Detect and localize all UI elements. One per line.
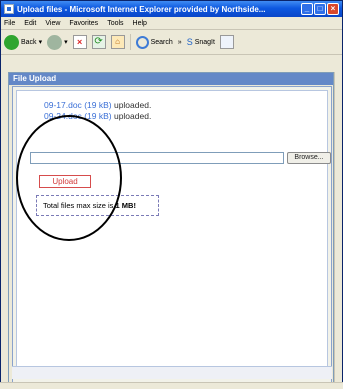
annotation-circle [16,115,122,241]
panel-title: File Upload [9,73,333,85]
menu-bar: File Edit View Favorites Tools Help [1,17,342,30]
menu-help[interactable]: Help [133,20,147,27]
horizontal-scrollbar[interactable] [12,366,332,379]
snagit-label: SnagIt [194,38,215,46]
ie-page-icon [4,4,14,14]
forward-button[interactable]: ▾ [47,34,68,50]
search-button[interactable]: Search [135,35,173,49]
home-icon[interactable]: ⌂ [110,35,125,49]
forward-arrow-icon [47,34,63,50]
chevron-overflow-icon[interactable]: » [178,39,182,46]
refresh-icon[interactable]: ⟳ [91,35,106,49]
back-arrow-icon [4,34,19,50]
upload-status: uploaded. [113,111,152,121]
snagit-button[interactable]: S SnagIt [187,37,215,47]
menu-tools[interactable]: Tools [107,20,123,27]
search-icon [135,35,149,49]
back-label: Back [21,38,37,46]
menu-favorites[interactable]: Favorites [69,20,98,27]
menu-view[interactable]: View [45,20,60,27]
toolbar: Back ▾ ▾ × ⟳ ⌂ Search » S SnagIt [1,30,342,55]
list-item: 09-17.doc (19 kB) uploaded. [44,100,151,111]
file-size: (19 kB) [84,100,112,110]
close-button[interactable]: × [327,3,339,15]
stop-icon[interactable]: × [72,35,87,49]
max-size-value: 1 MB! [115,201,136,210]
browse-button[interactable]: Browse... [287,152,331,164]
window-title: Upload files - Microsoft Internet Explor… [17,4,266,14]
snagit-icon: S [186,37,193,47]
vertical-scrollbar[interactable] [334,72,342,385]
menu-edit[interactable]: Edit [24,20,36,27]
search-label: Search [150,38,173,46]
upload-status: uploaded. [113,100,152,110]
toolbar-separator [129,34,131,50]
capture-window-icon[interactable] [219,35,234,49]
file-link[interactable]: 09-17.doc [44,100,82,110]
minimize-button[interactable]: _ [301,3,313,15]
chevron-down-icon[interactable]: ▾ [39,38,43,46]
title-bar: Upload files - Microsoft Internet Explor… [1,1,342,17]
back-button[interactable]: Back ▾ [4,34,43,50]
chevron-down-icon[interactable]: ▾ [64,38,68,46]
status-bar [0,382,343,389]
menu-file[interactable]: File [4,20,15,27]
maximize-button[interactable]: □ [314,3,326,15]
